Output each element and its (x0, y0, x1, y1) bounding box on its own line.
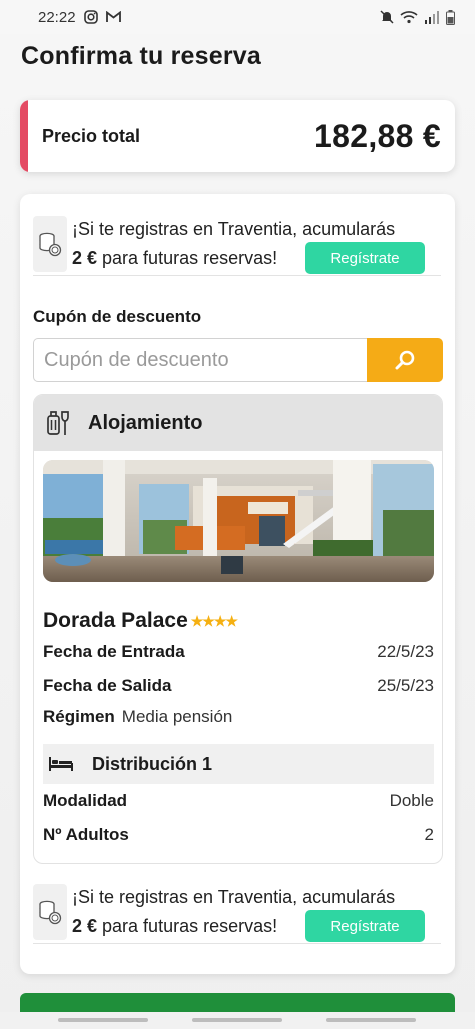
hotel-name-text: Dorada Palace (43, 609, 188, 632)
coupon-search-button[interactable] (367, 338, 443, 382)
check-out-label: Fecha de Salida (43, 676, 172, 695)
accommodation-title: Alojamiento (88, 411, 203, 434)
register-button[interactable]: Regístrate (305, 910, 425, 942)
room-type-row: Modalidad Doble (43, 791, 434, 811)
check-out-row: Fecha de Salida 25/5/23 (43, 676, 434, 696)
coupon-title: Cupón de descuento (33, 307, 202, 326)
coupon-input[interactable] (33, 338, 367, 382)
board-label: Régimen (43, 707, 115, 726)
adults-label: Nº Adultos (43, 825, 129, 844)
check-in-row: Fecha de Entrada 22/5/23 (43, 642, 434, 662)
adults-row: Nº Adultos 2 (43, 825, 434, 845)
booking-page: Confirma tu reserva Precio total 182,88 … (0, 34, 475, 1029)
promo-text-line2: 2 € para futuras reservas! (72, 916, 277, 937)
price-accent-bar (20, 100, 28, 172)
board-value: Media pensión (121, 707, 233, 726)
register-promo-bottom: ¡Si te registras en Traventia, acumulará… (33, 872, 441, 944)
luggage-icon (47, 411, 69, 435)
nav-home-handle[interactable] (192, 1018, 282, 1022)
battery-icon (446, 9, 455, 25)
coupon-row (33, 338, 443, 382)
check-in-value: 22/5/23 (377, 642, 434, 661)
bed-icon (49, 757, 73, 771)
promo-text-rest: para futuras reservas! (97, 916, 278, 936)
nav-back-handle[interactable] (326, 1018, 416, 1022)
gmail-icon (105, 11, 121, 22)
adults-value: 2 (424, 825, 434, 844)
promo-text-line2: 2 € para futuras reservas! (72, 248, 277, 269)
register-promo-top: ¡Si te registras en Traventia, acumulará… (33, 204, 441, 276)
total-price-amount: 182,88 € (314, 117, 441, 154)
system-nav-bar (0, 1012, 475, 1029)
coins-icon (33, 884, 67, 940)
accommodation-section: Alojamiento Dorada Palace ★★★★ Fecha de … (33, 394, 443, 864)
accommodation-header: Alojamiento (34, 395, 442, 451)
distribution-title: Distribución 1 (92, 753, 213, 774)
total-price-card: Precio total 182,88 € (20, 100, 455, 172)
booking-summary-card: ¡Si te registras en Traventia, acumulará… (20, 194, 455, 974)
promo-amount: 2 € (72, 248, 98, 268)
board-row: Régimen Media pensión (43, 707, 434, 727)
distribution-header: Distribución 1 (43, 744, 434, 784)
promo-text-rest: para futuras reservas! (97, 248, 278, 268)
search-icon (395, 350, 415, 370)
hotel-name: Dorada Palace ★★★★ (43, 609, 238, 633)
room-type-value: Doble (389, 791, 434, 810)
promo-text-line1: ¡Si te registras en Traventia, acumulará… (72, 887, 396, 907)
wifi-icon (400, 11, 418, 24)
check-out-value: 25/5/23 (377, 676, 434, 695)
hotel-photo[interactable] (43, 460, 434, 582)
check-in-label: Fecha de Entrada (43, 642, 185, 661)
promo-text-line1: ¡Si te registras en Traventia, acumulará… (72, 219, 396, 239)
page-title: Confirma tu reserva (21, 42, 261, 70)
promo-amount: 2 € (72, 916, 98, 936)
status-bar: 22:22 (0, 0, 475, 34)
instagram-icon (83, 10, 98, 24)
nav-recents-handle[interactable] (58, 1018, 148, 1022)
register-button[interactable]: Regístrate (305, 242, 425, 274)
room-type-label: Modalidad (43, 791, 128, 810)
mute-icon (380, 10, 394, 24)
total-price-label: Precio total (42, 125, 141, 146)
status-time: 22:22 (38, 8, 76, 26)
coins-icon (33, 216, 67, 272)
star-rating: ★★★★ (190, 612, 238, 629)
signal-icon (425, 10, 439, 24)
